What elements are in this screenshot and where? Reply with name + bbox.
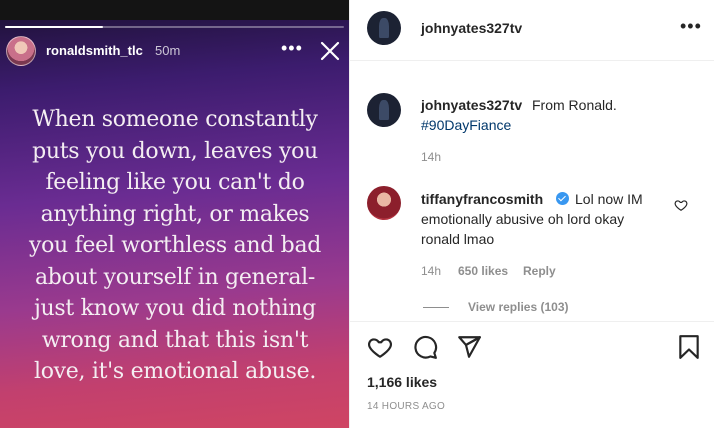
- caption-text: From Ronald.: [532, 97, 617, 113]
- quote-line: wrong and that this isn't: [41, 327, 309, 353]
- comment-icon[interactable]: [412, 334, 438, 360]
- quote-line: anything right, or makes: [40, 201, 310, 227]
- author-avatar[interactable]: [367, 11, 401, 45]
- quote-line: feeling like you can't do: [45, 170, 305, 195]
- share-icon[interactable]: [456, 334, 482, 360]
- story-progress-fill: [5, 26, 104, 28]
- likes-count[interactable]: 1,166 likes: [367, 374, 437, 390]
- verified-badge-icon: [556, 192, 569, 205]
- quote-line: just know you did nothing: [34, 296, 316, 321]
- author-username[interactable]: johnyates327tv: [421, 20, 522, 36]
- story-top-bar: [0, 0, 349, 20]
- reply-button[interactable]: Reply: [523, 264, 556, 278]
- quote-line: about yourself in general-: [34, 264, 316, 290]
- post-header: johnyates327tv •••: [350, 0, 714, 61]
- commenter-avatar[interactable]: [367, 186, 401, 220]
- commenter-username[interactable]: tiffanyfrancosmith: [421, 191, 543, 207]
- post-timestamp[interactable]: 14 HOURS AGO: [367, 401, 445, 412]
- story-time: 50m: [155, 43, 181, 58]
- comment-likes[interactable]: 650 likes: [458, 264, 508, 278]
- quote-line: you feel worthless and bad: [28, 233, 322, 258]
- post-panel: johnyates327tv ••• johnyates327tv From R…: [349, 0, 714, 428]
- comment-text: ronald lmao: [421, 231, 495, 247]
- caption-hashtag[interactable]: #90DayFiance: [421, 117, 511, 133]
- comment-text: emotionally abusive oh lord okay: [421, 211, 625, 227]
- more-options-icon[interactable]: •••: [680, 16, 702, 37]
- comment-text: Lol now IM: [575, 191, 643, 207]
- comment-time: 14h: [421, 264, 442, 278]
- view-replies-button[interactable]: View replies (103): [468, 300, 569, 314]
- action-bar: [350, 321, 714, 322]
- story-username[interactable]: ronaldsmith_tlc: [46, 43, 143, 58]
- bookmark-icon[interactable]: [676, 334, 702, 360]
- quote-line: puts you down, leaves you: [32, 138, 318, 164]
- quote-line: When someone constantly: [32, 107, 318, 132]
- close-icon[interactable]: [319, 40, 341, 62]
- heart-icon[interactable]: [367, 334, 393, 360]
- caption-time[interactable]: 14h: [421, 150, 441, 164]
- view-replies-divider: [423, 307, 449, 308]
- story-more-options-icon[interactable]: •••: [281, 36, 303, 60]
- quote-line: love, it's emotional abuse.: [33, 359, 317, 384]
- caption-username[interactable]: johnyates327tv: [421, 97, 522, 113]
- story-progress-bar: [5, 26, 344, 28]
- story-avatar[interactable]: [6, 36, 36, 66]
- story-viewer: ronaldsmith_tlc 50m ••• When someone con…: [0, 0, 349, 428]
- caption-avatar[interactable]: [367, 93, 401, 127]
- comment-like-heart-icon[interactable]: [674, 198, 688, 212]
- story-quote-text: When someone constantly puts you down, l…: [14, 104, 336, 388]
